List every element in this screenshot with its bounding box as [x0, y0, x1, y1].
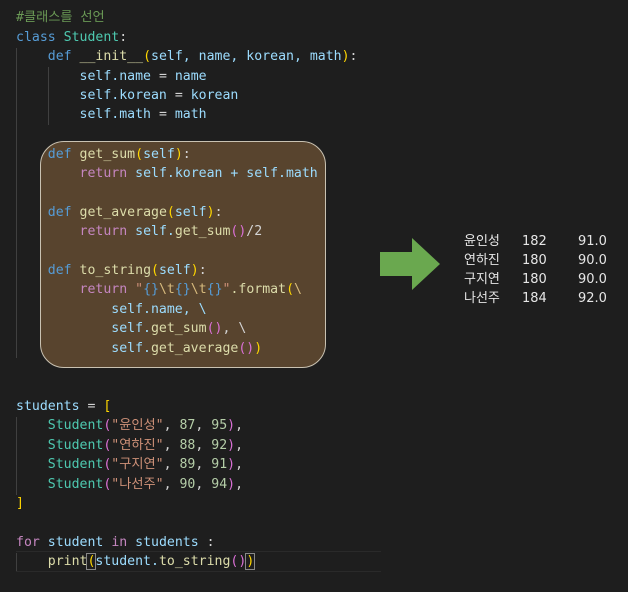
code-line-students-assign: students = [	[16, 399, 112, 414]
program-output: 윤인성 182 91.0 연하진 180 90.0 구지연 180 90.0 나선주 184 9…	[464, 232, 624, 308]
code-line-comment: #클래스를 선언	[16, 10, 105, 25]
code-line-print: print(student.to_string())	[47, 553, 256, 570]
code-line-get-average-body: return self.get_sum()/2	[79, 224, 263, 239]
code-line-for-loop: for student in students :	[16, 535, 215, 550]
code-line-init-def: def __init__(self, name, korean, math):	[47, 49, 358, 64]
code-line-to-string-arg: self.get_sum(), \	[111, 321, 247, 336]
code-line-get-sum-body: return self.korean + self.math	[79, 166, 318, 181]
code-line-student-item: Student("연하진", 88, 92),	[47, 438, 244, 453]
code-line-students-close: ]	[16, 496, 24, 511]
code-line-init-body: self.korean = korean	[79, 88, 239, 103]
code-line-init-body: self.math = math	[79, 107, 207, 122]
code-line-to-string-arg: self.name, \	[111, 302, 207, 317]
code-line-to-string-def: def to_string(self):	[47, 263, 207, 278]
output-row: 윤인성 182 91.0	[464, 234, 607, 249]
code-line-student-item: Student("윤인성", 87, 95),	[47, 418, 244, 433]
text-caret	[254, 553, 256, 569]
code-line-get-sum-def: def get_sum(self):	[47, 147, 191, 162]
output-row: 나선주 184 92.0	[464, 291, 607, 306]
code-line-class: class Student:	[16, 30, 128, 45]
code-line-to-string-arg: self.get_average())	[111, 341, 263, 356]
code-line-to-string-return: return "{}\t{}\t{}".format(\	[79, 282, 302, 297]
right-arrow-icon	[380, 238, 440, 290]
code-line-student-item: Student("구지연", 89, 91),	[47, 457, 244, 472]
output-row: 연하진 180 90.0	[464, 253, 607, 268]
code-line-get-average-def: def get_average(self):	[47, 205, 223, 220]
output-row: 구지연 180 90.0	[464, 272, 607, 287]
code-line-init-body: self.name = name	[79, 69, 207, 84]
code-line-student-item: Student("나선주", 90, 94),	[47, 477, 244, 492]
